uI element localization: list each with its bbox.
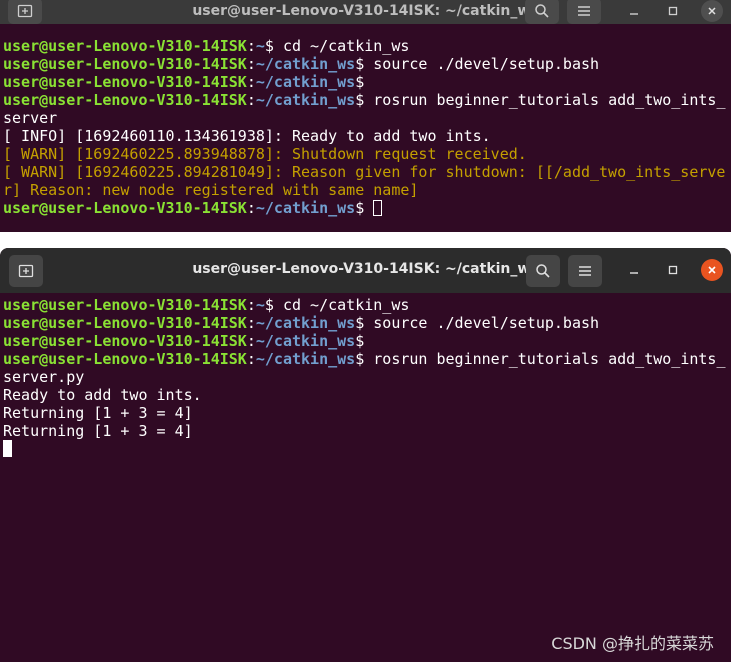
output-line: Returning [1 + 3 = 4] bbox=[3, 404, 193, 422]
warn-log-line: [ WARN] [1692460225.894281049]: Reason g… bbox=[3, 163, 726, 199]
minimize-icon bbox=[630, 272, 638, 274]
output-line: Returning [1 + 3 = 4] bbox=[3, 422, 193, 440]
window-title: user@user-Lenovo-V310-14ISK: ~/catkin_ws bbox=[192, 3, 539, 19]
title-bar[interactable]: user@user-Lenovo-V310-14ISK: ~/catkin_ws bbox=[0, 248, 731, 293]
prompt-line: user@user-Lenovo-V310-14ISK:~/catkin_ws$ bbox=[3, 199, 383, 217]
prompt-line: user@user-Lenovo-V310-14ISK:~/catkin_ws$ bbox=[3, 332, 365, 350]
search-button[interactable] bbox=[526, 255, 560, 287]
close-icon bbox=[708, 7, 716, 15]
prompt-line: user@user-Lenovo-V310-14ISK:~/catkin_ws$… bbox=[3, 91, 726, 127]
desktop-gap bbox=[0, 232, 731, 248]
minimize-icon bbox=[630, 13, 638, 15]
minimize-button[interactable] bbox=[623, 259, 645, 281]
maximize-icon bbox=[668, 265, 678, 275]
hamburger-menu-icon bbox=[579, 266, 591, 276]
search-button[interactable] bbox=[525, 0, 559, 24]
maximize-icon bbox=[668, 6, 678, 16]
minimize-button[interactable] bbox=[623, 0, 645, 22]
output-line: Ready to add two ints. bbox=[3, 386, 202, 404]
text-cursor bbox=[3, 440, 12, 457]
menu-button[interactable] bbox=[567, 0, 601, 24]
window-title: user@user-Lenovo-V310-14ISK: ~/catkin_ws bbox=[192, 261, 539, 277]
search-icon bbox=[536, 264, 550, 278]
prompt-line: user@user-Lenovo-V310-14ISK:~$ cd ~/catk… bbox=[3, 296, 410, 314]
prompt-line: user@user-Lenovo-V310-14ISK:~$ cd ~/catk… bbox=[3, 37, 410, 55]
search-icon bbox=[535, 4, 549, 18]
terminal-output[interactable]: user@user-Lenovo-V310-14ISK:~$ cd ~/catk… bbox=[3, 296, 729, 458]
prompt-line: user@user-Lenovo-V310-14ISK:~/catkin_ws$… bbox=[3, 314, 600, 332]
menu-button[interactable] bbox=[568, 255, 602, 287]
hamburger-menu-icon bbox=[578, 6, 590, 16]
terminal-output[interactable]: user@user-Lenovo-V310-14ISK:~$ cd ~/catk… bbox=[3, 37, 729, 217]
close-button[interactable] bbox=[701, 0, 723, 22]
maximize-button[interactable] bbox=[662, 0, 684, 22]
warn-log-line: [ WARN] [1692460225.893948878]: Shutdown… bbox=[3, 145, 527, 163]
text-cursor bbox=[373, 200, 383, 216]
close-button[interactable] bbox=[701, 259, 723, 281]
maximize-button[interactable] bbox=[662, 259, 684, 281]
terminal-window-1[interactable]: user@user-Lenovo-V310-14ISK: ~/catkin_ws… bbox=[0, 0, 731, 232]
watermark: CSDN @挣扎的菜菜苏 bbox=[551, 634, 714, 653]
prompt-line: user@user-Lenovo-V310-14ISK:~/catkin_ws$ bbox=[3, 73, 365, 91]
title-bar[interactable]: user@user-Lenovo-V310-14ISK: ~/catkin_ws bbox=[0, 0, 731, 24]
prompt-line: user@user-Lenovo-V310-14ISK:~/catkin_ws$… bbox=[3, 55, 600, 73]
info-log-line: [ INFO] [1692460110.134361938]: Ready to… bbox=[3, 127, 491, 145]
prompt-line: user@user-Lenovo-V310-14ISK:~/catkin_ws$… bbox=[3, 350, 726, 386]
close-icon bbox=[708, 266, 716, 274]
